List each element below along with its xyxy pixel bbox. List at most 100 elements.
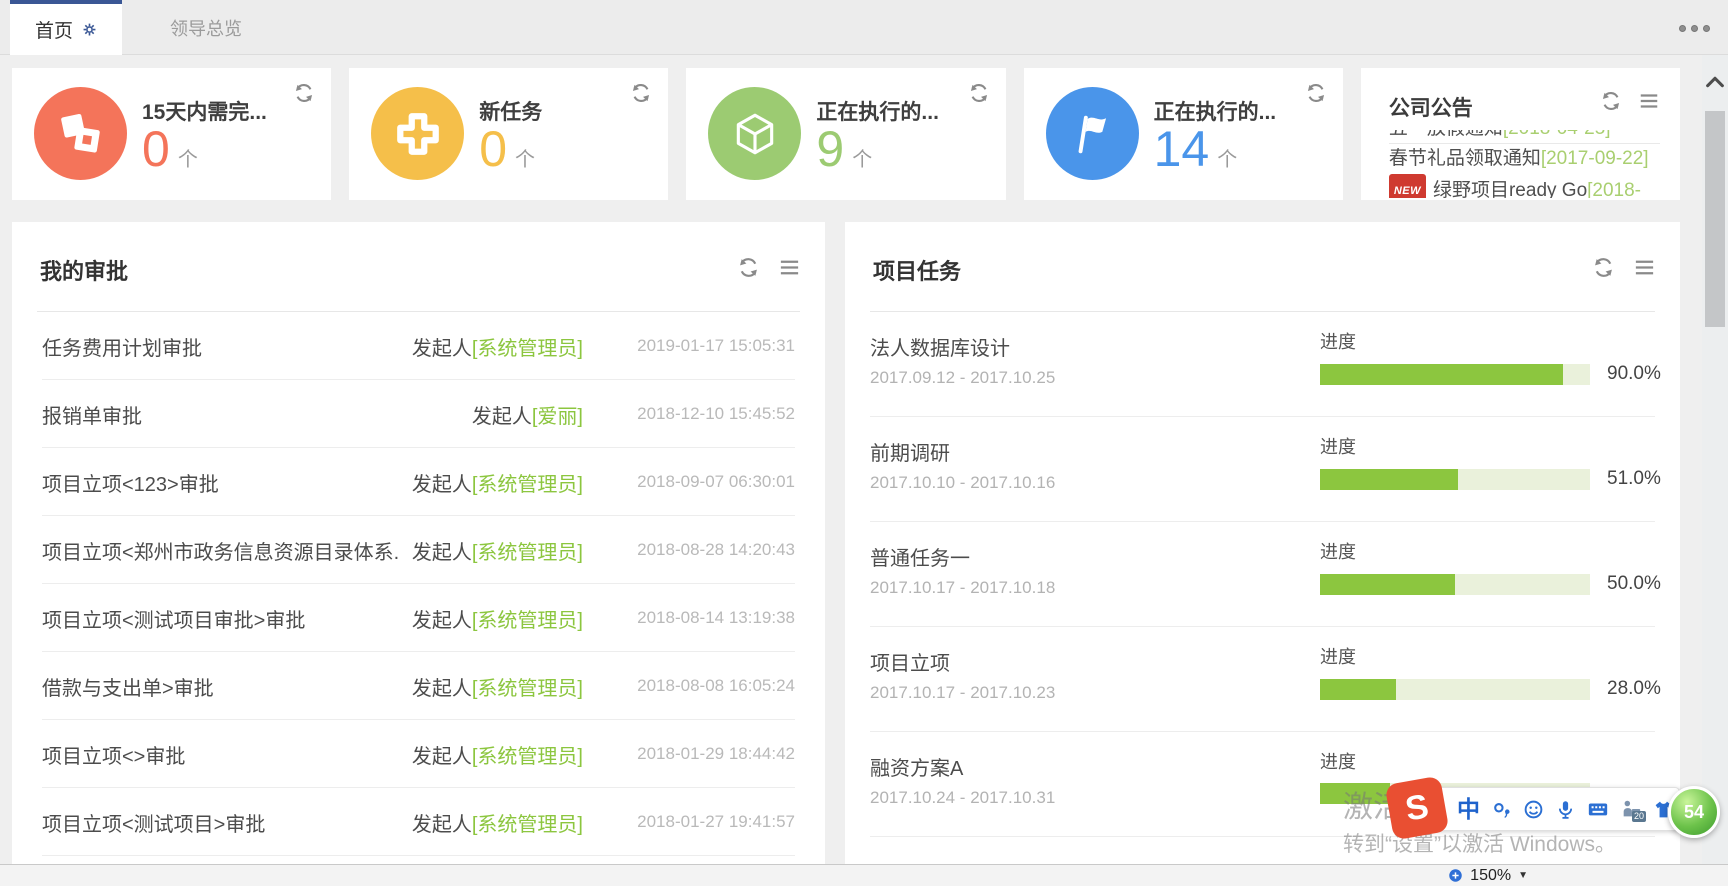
tab-leader-overview-label: 领导总览: [170, 15, 242, 41]
task-name: 法人数据库设计: [870, 332, 1010, 361]
task-dates: 2017.10.10 - 2017.10.16: [870, 473, 1055, 493]
plus-icon: [371, 87, 464, 180]
approval-originator: 发起人[系统管理员]: [412, 672, 583, 701]
windows-activation-watermark-line2: 转到“设置”以激活 Windows。: [1343, 828, 1616, 858]
zoom-control[interactable]: 150% ▼: [1448, 865, 1528, 886]
approval-name: 任务费用计划审批: [42, 332, 202, 361]
approval-name: 报销单审批: [42, 400, 142, 429]
approval-row[interactable]: 借款与支出单>审批 发起人[系统管理员] 2018-08-08 16:05:24: [12, 652, 825, 720]
progress-label: 进度: [1320, 643, 1665, 669]
stat-card-executing-tasks[interactable]: 正在执行的... 9个: [686, 68, 1005, 200]
announcement-item[interactable]: NEW绿野项目ready Go[2018-: [1389, 174, 1660, 198]
task-row[interactable]: 普通任务一 2017.10.17 - 2017.10.18 进度 50.0%: [845, 522, 1680, 627]
blocks-icon: [34, 87, 127, 180]
tab-home-label: 首页: [35, 16, 73, 43]
approval-row[interactable]: 项目立项<郑州市政务信息资源目录体系. 发起人[系统管理员] 2018-08-2…: [12, 516, 825, 584]
progress-label: 进度: [1320, 748, 1665, 774]
stat-card-executing-projects[interactable]: 正在执行的... 14个: [1024, 68, 1343, 200]
approval-row[interactable]: 报销单审批 发起人[爱丽] 2018-12-10 15:45:52: [12, 380, 825, 448]
approval-originator: 发起人[系统管理员]: [412, 332, 583, 361]
keyboard-icon[interactable]: [1587, 798, 1609, 820]
task-progress: 进度 90.0%: [1320, 328, 1665, 385]
stat-cards-row: 15天内需完... 0个 新任务 0个 正在执行的... 9个: [12, 68, 1680, 200]
approval-time: 2018-01-27 19:41:57: [583, 812, 795, 832]
mic-icon[interactable]: [1555, 799, 1576, 820]
approval-time: 2018-08-28 14:20:43: [583, 540, 795, 560]
progress-bar: [1320, 679, 1590, 700]
announcement-item[interactable]: 春节礼品领取通知[2017-09-22]: [1389, 144, 1660, 174]
tab-home[interactable]: 首页: [10, 0, 122, 55]
task-row[interactable]: 项目立项 2017.10.17 - 2017.10.23 进度 28.0%: [845, 627, 1680, 732]
gear-icon[interactable]: [82, 22, 97, 37]
refresh-icon[interactable]: [1592, 256, 1615, 279]
stat-card-value: 9个: [816, 120, 872, 178]
tab-leader-overview[interactable]: 领导总览: [146, 0, 266, 55]
task-name: 融资方案A: [870, 752, 963, 781]
refresh-icon[interactable]: [737, 256, 760, 279]
scroll-up-icon[interactable]: [1704, 71, 1726, 93]
zoom-plus-icon: [1448, 868, 1463, 883]
progress-label: 进度: [1320, 328, 1665, 354]
tasks-title: 项目任务: [873, 254, 961, 286]
approval-row[interactable]: 项目立项<123>审批 发起人[系统管理员] 2018-09-07 06:30:…: [12, 448, 825, 516]
menu-icon[interactable]: [1638, 90, 1660, 112]
announcements-title: 公司公告: [1389, 92, 1473, 122]
progress-bar: [1320, 364, 1590, 385]
floating-badge[interactable]: 54: [1668, 786, 1720, 838]
task-name: 前期调研: [870, 437, 950, 466]
task-row[interactable]: 法人数据库设计 2017.09.12 - 2017.10.25 进度 90.0%: [845, 312, 1680, 417]
refresh-icon[interactable]: [293, 82, 315, 104]
task-progress: 进度 51.0%: [1320, 433, 1665, 490]
progress-percent: 50.0%: [1607, 573, 1661, 595]
approval-name: 借款与支出单>审批: [42, 672, 214, 701]
refresh-icon[interactable]: [968, 82, 990, 104]
scrollbar-thumb[interactable]: [1705, 111, 1725, 327]
approval-row[interactable]: 项目立项<测试项目审批>审批 发起人[系统管理员] 2018-08-14 13:…: [12, 584, 825, 652]
progress-label: 进度: [1320, 538, 1665, 564]
refresh-icon[interactable]: [1305, 82, 1327, 104]
approval-row[interactable]: 项目立项<>审批 发起人[系统管理员] 2018-01-29 18:44:42: [12, 720, 825, 788]
refresh-icon[interactable]: [1600, 90, 1622, 112]
stat-card-due-15-days[interactable]: 15天内需完... 0个: [12, 68, 331, 200]
task-dates: 2017.10.17 - 2017.10.18: [870, 578, 1055, 598]
approval-row[interactable]: 任务费用计划审批 发起人[系统管理员] 2019-01-17 15:05:31: [12, 312, 825, 380]
chevron-down-icon: ▼: [1518, 870, 1528, 881]
task-row[interactable]: 前期调研 2017.10.10 - 2017.10.16 进度 51.0%: [845, 417, 1680, 522]
approval-originator: 发起人[系统管理员]: [412, 536, 583, 565]
menu-icon[interactable]: [1633, 256, 1656, 279]
approval-originator: 发起人[爱丽]: [472, 400, 583, 429]
approval-name: 项目立项<测试项目审批>审批: [42, 604, 305, 633]
approval-name: 项目立项<郑州市政务信息资源目录体系.: [42, 536, 399, 565]
cube-icon: [708, 87, 801, 180]
zoom-level: 150%: [1470, 867, 1511, 885]
menu-icon[interactable]: [778, 256, 801, 279]
task-progress: 进度 28.0%: [1320, 643, 1665, 700]
chinese-mode-icon[interactable]: 中: [1457, 798, 1480, 821]
sogou-logo-icon[interactable]: S: [1385, 776, 1450, 841]
approval-row[interactable]: 项目立项<测试项目>审批 发起人[系统管理员] 2018-01-27 19:41…: [12, 788, 825, 856]
more-tabs-icon[interactable]: [1679, 25, 1710, 32]
emoji-icon[interactable]: [1523, 799, 1544, 820]
progress-fill: [1320, 469, 1458, 490]
progress-percent: 90.0%: [1607, 363, 1661, 385]
progress-percent: 28.0%: [1607, 678, 1661, 700]
stat-card-value: 0个: [142, 120, 198, 178]
approval-name: 项目立项<测试项目>审批: [42, 808, 265, 837]
approvals-panel: 我的审批 任务费用计划审批 发起人[系统管理员] 2019-01-17 15:0…: [12, 222, 825, 864]
approvals-title: 我的审批: [40, 254, 128, 286]
task-name: 普通任务一: [870, 542, 970, 571]
stat-card-value: 14个: [1154, 120, 1238, 178]
tasks-list: 法人数据库设计 2017.09.12 - 2017.10.25 进度 90.0%…: [845, 312, 1680, 837]
task-name: 项目立项: [870, 647, 950, 676]
announcement-item[interactable]: 五一放假通知[2018-04-25]: [1389, 130, 1660, 144]
progress-bar: [1320, 469, 1590, 490]
progress-percent: 51.0%: [1607, 468, 1661, 490]
refresh-icon[interactable]: [630, 82, 652, 104]
progress-fill: [1320, 574, 1455, 595]
handwriting-icon[interactable]: 20: [1620, 798, 1642, 820]
page-scrollbar[interactable]: [1702, 55, 1728, 864]
punctuation-icon[interactable]: [1491, 799, 1512, 820]
approval-name: 项目立项<123>审批: [42, 468, 219, 497]
stat-card-new-tasks[interactable]: 新任务 0个: [349, 68, 668, 200]
progress-label: 进度: [1320, 433, 1665, 459]
